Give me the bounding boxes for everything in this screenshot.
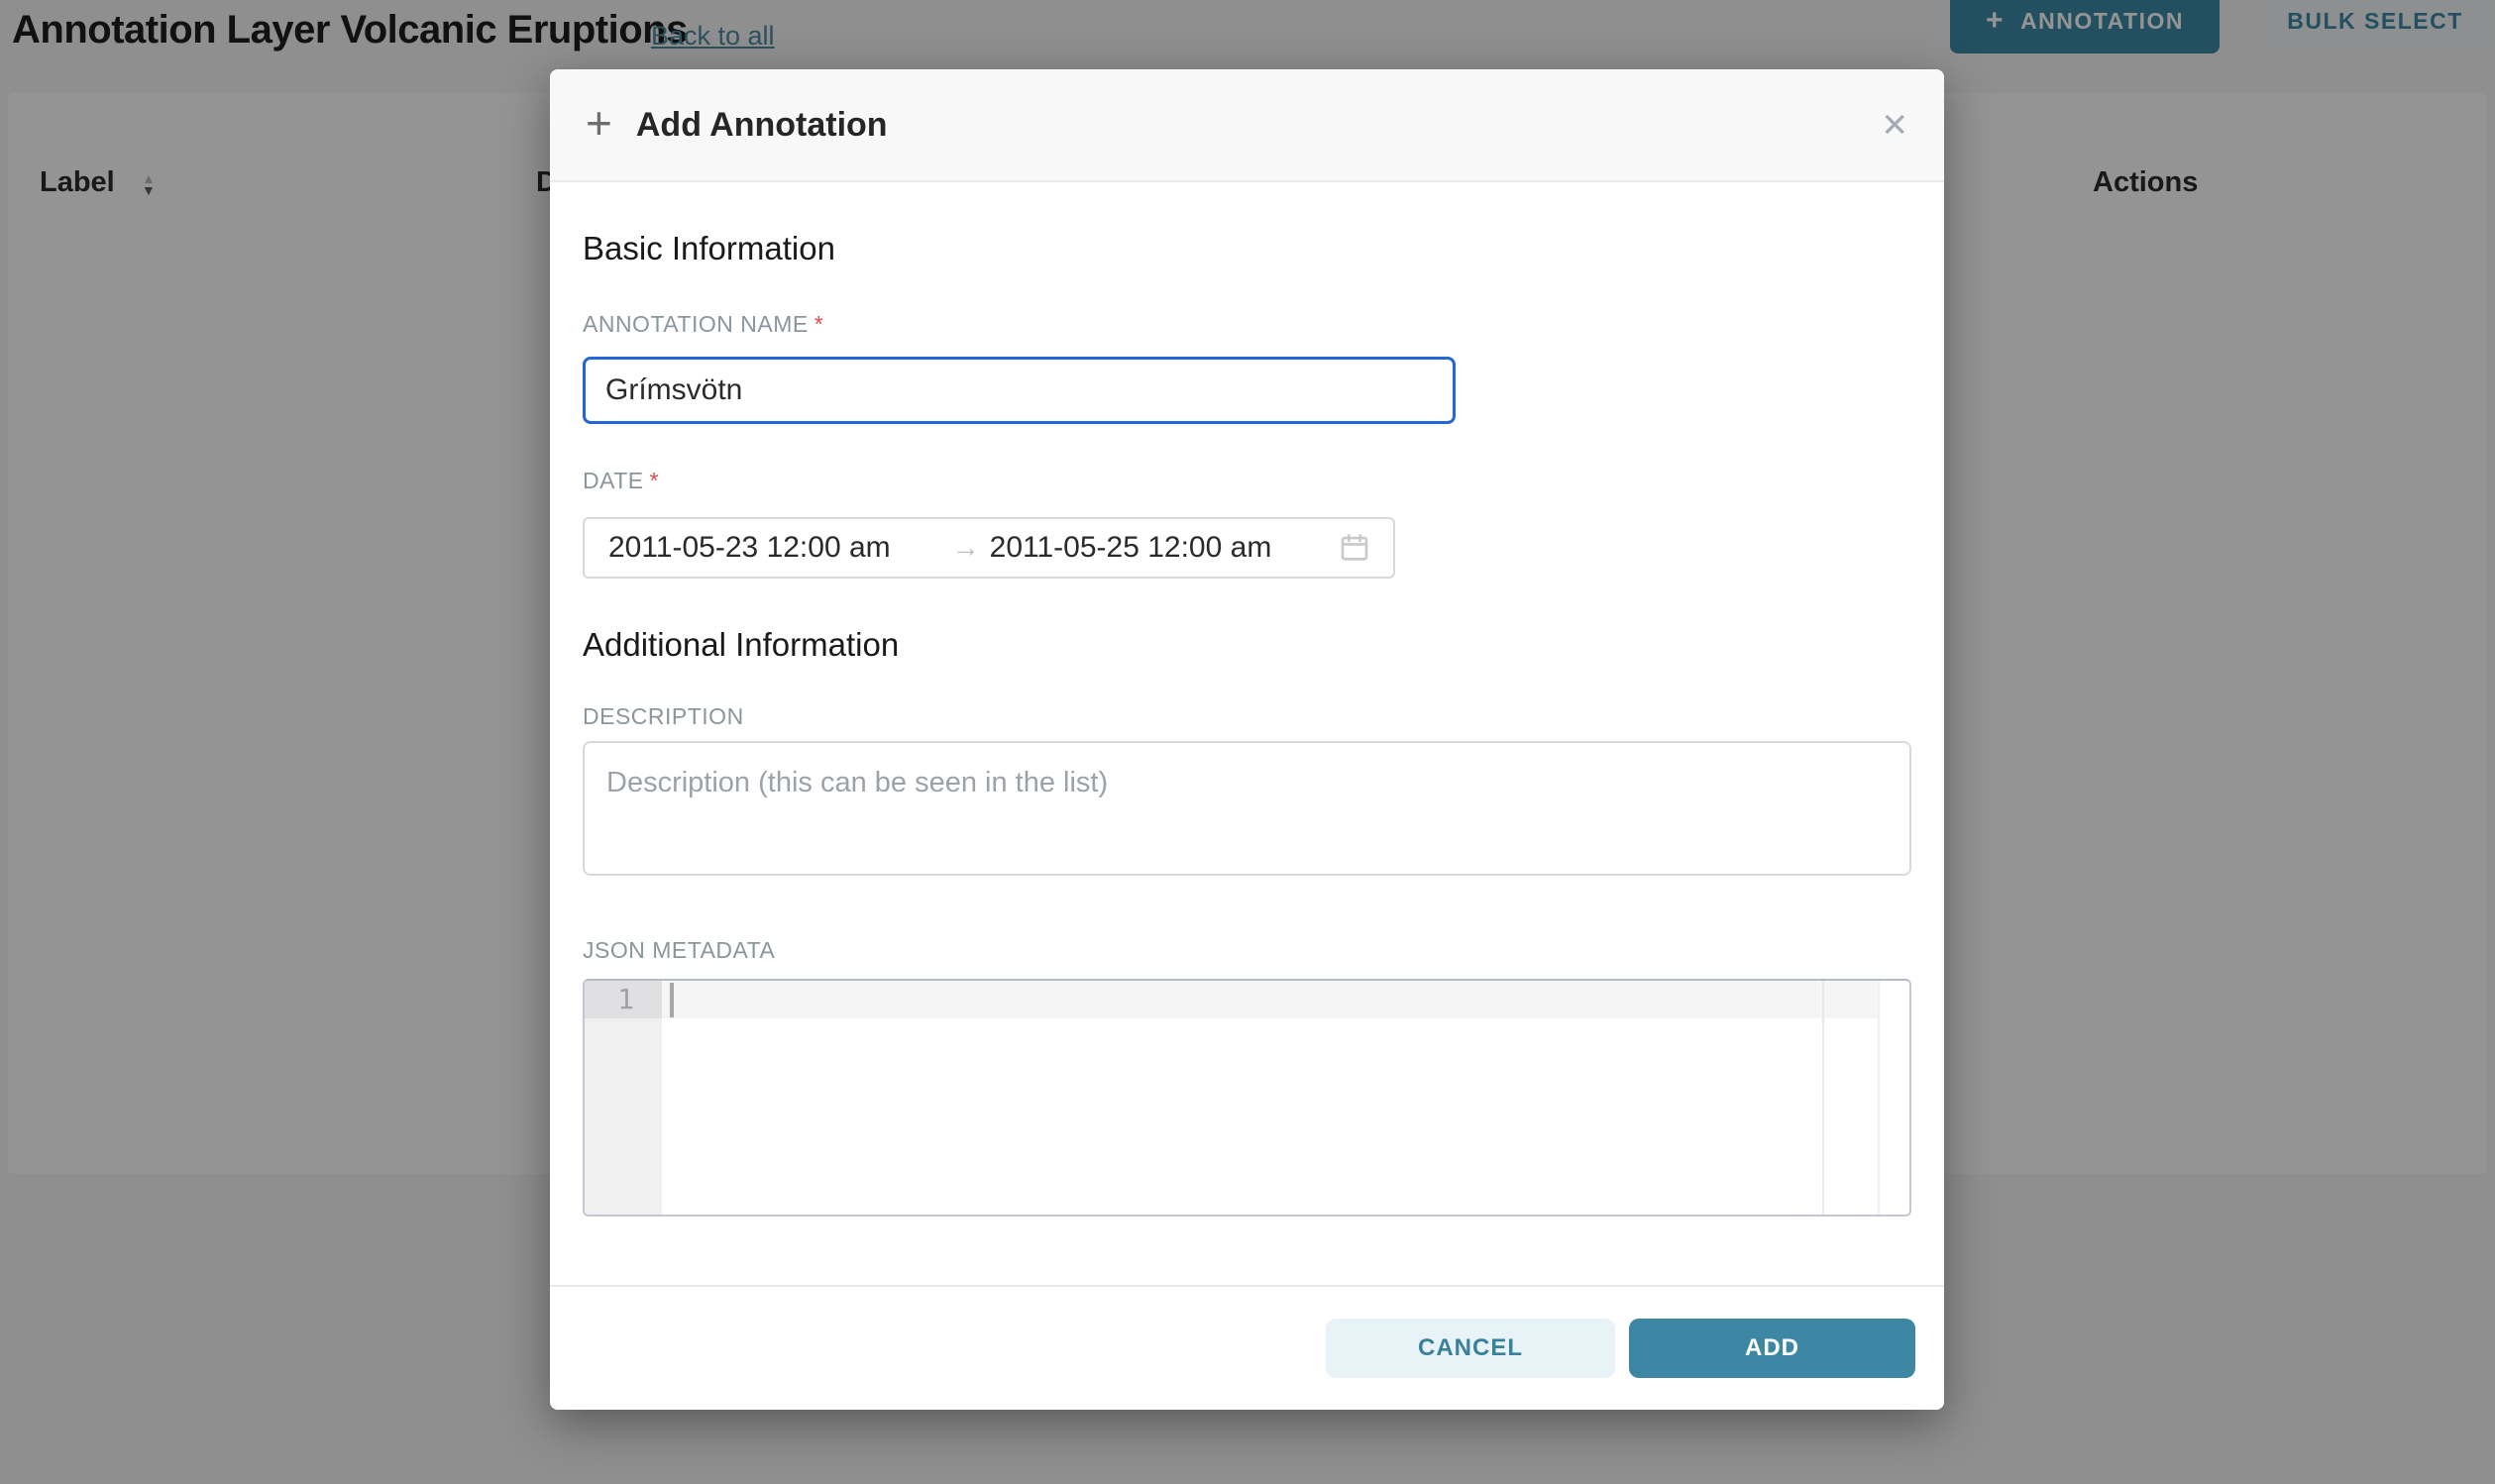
- description-label: DESCRIPTION: [583, 703, 1911, 729]
- section-basic-information: Basic Information: [583, 228, 1911, 269]
- annotation-name-label-text: ANNOTATION NAME: [583, 311, 809, 337]
- date-range-picker[interactable]: 2011-05-23 12:00 am → 2011-05-25 12:00 a…: [583, 517, 1395, 579]
- editor-gutter-active-cell: 1: [585, 981, 662, 1018]
- add-annotation-modal: + Add Annotation ✕ Basic Information ANN…: [550, 69, 1944, 1410]
- modal-footer: CANCEL ADD: [550, 1285, 1944, 1410]
- required-asterisk: *: [650, 468, 659, 493]
- date-end-value[interactable]: 2011-05-25 12:00 am: [990, 531, 1272, 565]
- cancel-button[interactable]: CANCEL: [1326, 1319, 1615, 1378]
- editor-active-line: [662, 981, 1880, 1018]
- arrow-right-icon: →: [952, 532, 980, 564]
- json-metadata-label: JSON METADATA: [583, 937, 1911, 963]
- required-asterisk: *: [814, 311, 823, 337]
- modal-body: Basic Information ANNOTATION NAME* DATE*…: [550, 228, 1944, 1217]
- add-button[interactable]: ADD: [1629, 1319, 1915, 1378]
- modal-title: Add Annotation: [636, 106, 888, 145]
- editor-print-margin: [1822, 981, 1824, 1215]
- annotation-name-input[interactable]: [583, 357, 1456, 424]
- section-additional-information: Additional Information: [583, 624, 1911, 666]
- date-label: DATE*: [583, 468, 1911, 493]
- plus-icon: +: [586, 100, 612, 146]
- date-label-text: DATE: [583, 468, 644, 493]
- date-start-value[interactable]: 2011-05-23 12:00 am: [608, 531, 891, 565]
- screen: Annotation Layer Volcanic Eruptions Back…: [0, 0, 2495, 1484]
- modal-header: + Add Annotation ✕: [550, 69, 1944, 182]
- editor-scrollbar-gutter: [1878, 981, 1880, 1215]
- calendar-icon[interactable]: [1338, 531, 1371, 565]
- editor-line-number: 1: [585, 981, 662, 1018]
- close-icon[interactable]: ✕: [1881, 109, 1908, 142]
- annotation-name-label: ANNOTATION NAME*: [583, 311, 1911, 337]
- json-metadata-editor[interactable]: 1: [583, 979, 1911, 1217]
- editor-text-cursor: [670, 983, 674, 1017]
- description-textarea[interactable]: [583, 741, 1911, 876]
